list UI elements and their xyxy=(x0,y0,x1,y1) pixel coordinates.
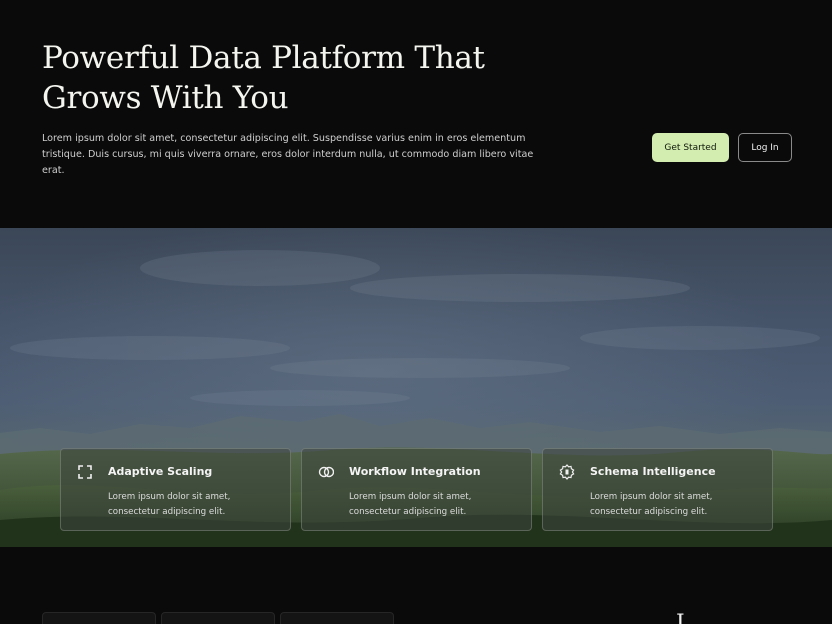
log-in-button[interactable]: Log In xyxy=(738,133,792,162)
hero-section: Powerful Data Platform That Grows With Y… xyxy=(0,0,832,228)
expand-icon xyxy=(78,465,92,479)
feature-title: Workflow Integration xyxy=(349,465,481,478)
lower-card[interactable] xyxy=(161,612,275,624)
lower-card[interactable] xyxy=(280,612,394,624)
feature-card-workflow-integration: Workflow Integration Lorem ipsum dolor s… xyxy=(301,448,532,531)
feature-title: Schema Intelligence xyxy=(590,465,716,478)
workflow-icon xyxy=(318,466,334,478)
lower-card[interactable] xyxy=(42,612,156,624)
feature-card-schema-intelligence: Schema Intelligence Lorem ipsum dolor si… xyxy=(542,448,773,531)
hero-title: Powerful Data Platform That Grows With Y… xyxy=(42,40,485,116)
section-heading-partial: I xyxy=(676,611,685,624)
gear-icon xyxy=(559,464,575,480)
feature-card-adaptive-scaling: Adaptive Scaling Lorem ipsum dolor sit a… xyxy=(60,448,291,531)
hero-description: Lorem ipsum dolor sit amet, consectetur … xyxy=(42,133,534,176)
feature-description: Lorem ipsum dolor sit amet, consectetur … xyxy=(590,492,713,517)
feature-description: Lorem ipsum dolor sit amet, consectetur … xyxy=(349,492,472,517)
get-started-button[interactable]: Get Started xyxy=(652,133,729,162)
feature-description: Lorem ipsum dolor sit amet, consectetur … xyxy=(108,492,231,517)
feature-title: Adaptive Scaling xyxy=(108,465,213,478)
